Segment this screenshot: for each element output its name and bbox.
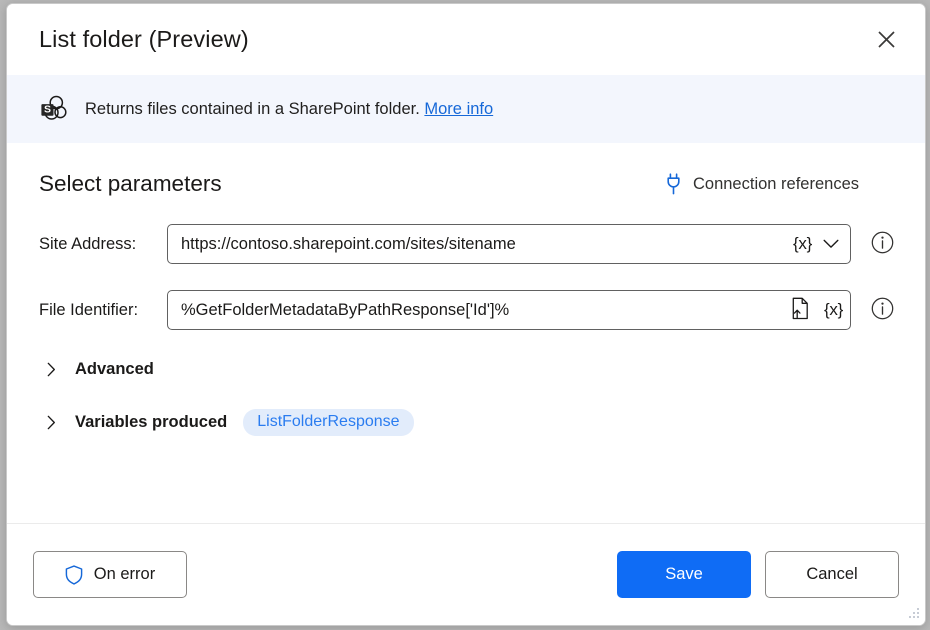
info-banner: S Returns files contained in a SharePoin…: [7, 75, 925, 143]
param-label-site-address: Site Address:: [39, 235, 167, 254]
expander-advanced[interactable]: Advanced: [39, 360, 154, 379]
dialog-title: List folder (Preview): [39, 26, 865, 53]
more-info-link[interactable]: More info: [424, 100, 493, 118]
expander-advanced-label: Advanced: [75, 360, 154, 379]
screenshot-root: List folder (Preview) S: [0, 0, 930, 630]
close-button[interactable]: [865, 21, 907, 59]
file-identifier-file-picker-button[interactable]: [784, 291, 817, 329]
banner-description: Returns files contained in a SharePoint …: [85, 100, 420, 118]
expander-variables-produced[interactable]: Variables produced ListFolderResponse: [39, 409, 414, 436]
save-button[interactable]: Save: [617, 551, 751, 598]
dialog-footer: On error Save Cancel: [7, 523, 925, 625]
connection-references-button[interactable]: Connection references: [665, 173, 893, 195]
file-identifier-info-button[interactable]: [870, 298, 894, 322]
expander-variables-produced-label: Variables produced: [75, 413, 227, 432]
on-error-label: On error: [94, 565, 155, 584]
svg-text:S: S: [44, 104, 51, 116]
banner-text-wrap: Returns files contained in a SharePoint …: [85, 99, 493, 120]
plug-icon: [665, 173, 682, 195]
section-title: Select parameters: [39, 171, 665, 197]
site-address-info-button[interactable]: [870, 232, 894, 256]
file-identifier-value[interactable]: %GetFolderMetadataByPathResponse['Id']%: [181, 301, 784, 320]
file-identifier-variable-button[interactable]: {x}: [817, 291, 850, 329]
dialog-titlebar: List folder (Preview): [7, 4, 925, 75]
info-icon: [871, 297, 894, 323]
site-address-value[interactable]: https://contoso.sharepoint.com/sites/sit…: [181, 235, 786, 254]
sharepoint-icon: S: [39, 94, 69, 124]
on-error-button[interactable]: On error: [33, 551, 187, 598]
param-label-file-identifier: File Identifier:: [39, 301, 167, 320]
list-folder-dialog: List folder (Preview) S: [6, 3, 926, 626]
cancel-button[interactable]: Cancel: [765, 551, 899, 598]
param-row-file-identifier: File Identifier: %GetFolderMetadataByPat…: [39, 290, 893, 330]
site-address-variable-button[interactable]: {x}: [786, 225, 819, 263]
param-row-site-address: Site Address: https://contoso.sharepoint…: [39, 224, 893, 264]
dialog-body: Select parameters Connection references …: [7, 143, 925, 523]
chevron-right-icon: [47, 362, 69, 377]
file-upload-icon: [791, 297, 810, 323]
close-icon: [878, 31, 895, 48]
file-identifier-field[interactable]: %GetFolderMetadataByPathResponse['Id']% …: [167, 290, 851, 330]
site-address-field[interactable]: https://contoso.sharepoint.com/sites/sit…: [167, 224, 851, 264]
section-header: Select parameters Connection references: [39, 171, 893, 197]
chevron-down-icon: [823, 237, 839, 252]
resize-grip-icon[interactable]: [906, 607, 920, 621]
shield-icon: [65, 565, 83, 585]
chevron-right-icon: [47, 415, 69, 430]
variable-chip-listfolderresponse[interactable]: ListFolderResponse: [243, 409, 413, 436]
info-icon: [871, 231, 894, 257]
site-address-dropdown-button[interactable]: [819, 225, 850, 263]
connection-references-label: Connection references: [693, 175, 859, 194]
